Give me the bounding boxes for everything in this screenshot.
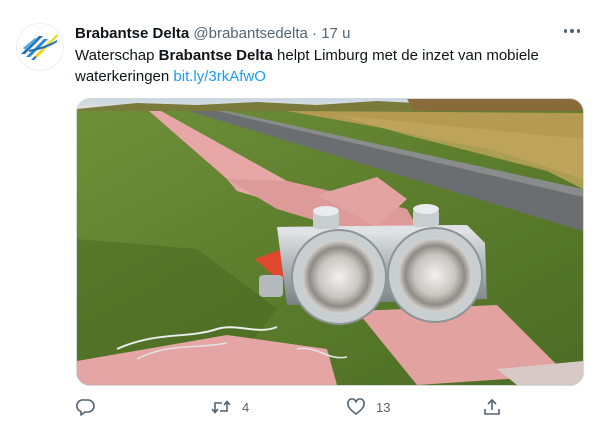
tweet-text-bold: Brabantse Delta — [158, 47, 273, 64]
retweet-count: 4 — [242, 399, 250, 415]
more-horizontal-icon — [563, 29, 568, 33]
like-count: 13 — [376, 399, 391, 415]
author-handle[interactable]: @brabantsedelta — [193, 25, 307, 42]
reply-icon — [76, 399, 95, 416]
tweet-link[interactable]: bit.ly/3rkAfwO — [173, 68, 266, 85]
tweet-header: Brabantse Delta @brabantsedelta · 17 u — [75, 24, 350, 43]
tweet-text: Waterschap Brabantse Delta helpt Limburg… — [75, 45, 585, 87]
tweet-text-part: Waterschap — [75, 47, 159, 64]
like-button[interactable]: 13 — [346, 394, 390, 420]
tweet-actions: 4 13 — [72, 394, 512, 420]
retweet-button[interactable]: 4 — [210, 394, 249, 420]
mobile-flood-barrier-photo — [77, 99, 583, 385]
tweet-time[interactable]: 17 u — [321, 25, 350, 42]
brabantse-delta-logo — [17, 24, 63, 70]
retweet-icon — [211, 400, 231, 414]
share-icon — [484, 398, 500, 415]
heart-icon — [347, 398, 365, 415]
tweet-photo[interactable] — [76, 98, 584, 386]
author-name[interactable]: Brabantse Delta — [75, 25, 189, 42]
author-avatar[interactable] — [16, 23, 64, 71]
meta-separator: · — [312, 25, 318, 42]
more-options-button[interactable] — [560, 22, 584, 40]
reply-button[interactable] — [76, 394, 106, 420]
share-button[interactable] — [482, 394, 502, 420]
